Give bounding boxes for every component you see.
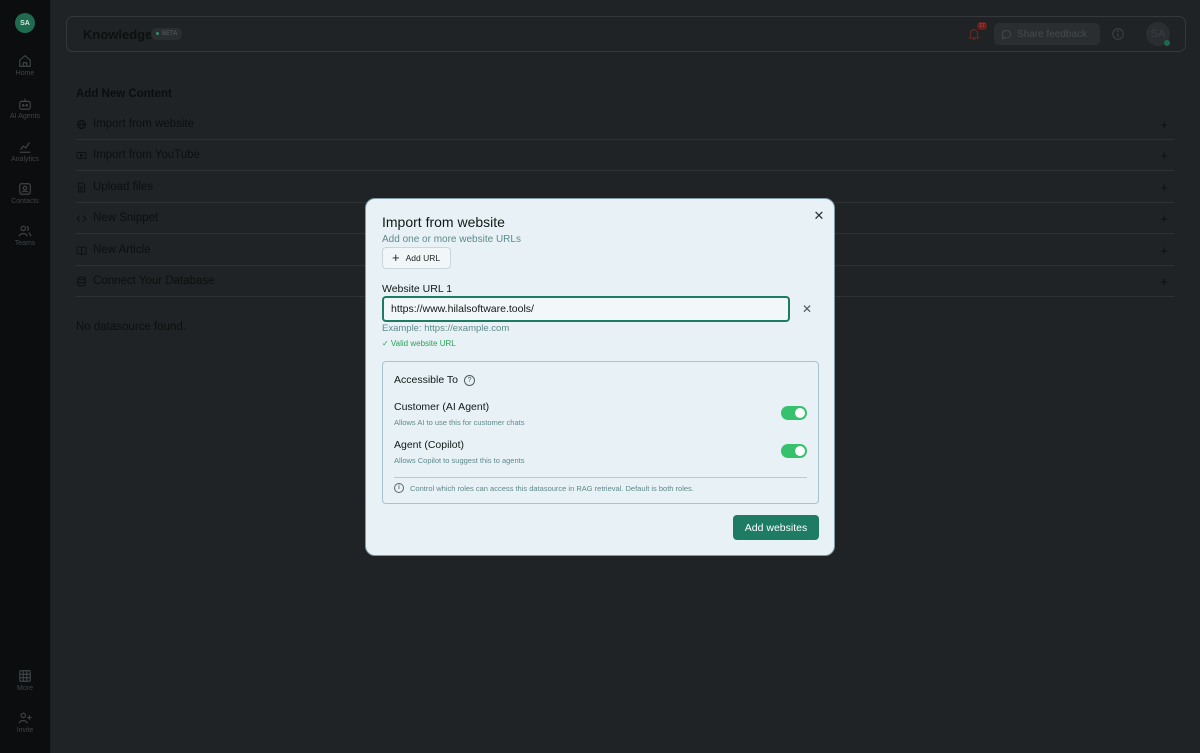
sidebar-item-home[interactable]: Home	[0, 54, 50, 77]
code-icon	[76, 214, 87, 222]
customer-ai-agent-toggle[interactable]	[781, 406, 807, 420]
sidebar-item-label: Contacts	[11, 198, 39, 205]
website-url-input[interactable]	[382, 296, 790, 322]
url-valid-message: ✓ Valid website URL	[382, 339, 456, 348]
sidebar-item-label: Home	[15, 70, 35, 77]
share-feedback-label: Share feedback	[1017, 28, 1088, 40]
sidebar-item-ai-agents[interactable]: AI Agents	[0, 97, 50, 120]
plus-icon: +	[1160, 147, 1168, 163]
role-title-customer: Customer (AI Agent)	[394, 401, 490, 413]
user-plus-icon	[18, 712, 32, 724]
grid-icon	[19, 670, 31, 682]
plus-icon: +	[1160, 179, 1168, 195]
home-icon	[19, 55, 31, 67]
accessible-to-panel: Accessible To ? Customer (AI Agent) Allo…	[382, 361, 819, 504]
sidebar-item-analytics[interactable]: Analytics	[0, 140, 50, 163]
sidebar-item-more[interactable]: More	[0, 669, 50, 692]
page-title: Knowledge	[83, 27, 153, 42]
plus-icon: +	[1160, 210, 1168, 226]
import-website-dialog: Import from website Add one or more webs…	[365, 198, 835, 556]
sidebar-item-label: More	[17, 685, 33, 692]
workspace-avatar[interactable]: SA	[15, 13, 35, 33]
chat-bubble-icon	[1001, 29, 1012, 40]
info-icon: i	[394, 483, 404, 493]
book-icon	[76, 245, 87, 255]
sidebar-item-label: AI Agents	[10, 113, 40, 120]
role-desc-customer: Allows AI to use this for customer chats	[394, 418, 525, 427]
sidebar-item-label: Invite	[16, 727, 34, 734]
dialog-title: Import from website	[382, 214, 505, 230]
add-url-button[interactable]: + Add URL	[382, 247, 451, 269]
content-option-import-youtube[interactable]: Import from YouTube +	[76, 140, 1174, 171]
database-icon	[77, 276, 86, 286]
access-note: i Control which roles can access this da…	[394, 483, 694, 493]
add-url-label: Add URL	[405, 253, 441, 263]
close-icon[interactable]: ✕	[812, 209, 826, 223]
file-icon	[77, 182, 86, 192]
info-icon[interactable]	[1111, 27, 1125, 41]
help-icon[interactable]: ?	[464, 374, 476, 386]
sidebar: SA Home AI Agents Analytics Contacts Tea…	[0, 0, 50, 753]
sidebar-item-contacts[interactable]: Contacts	[0, 182, 50, 205]
remove-url-icon[interactable]: ✕	[800, 302, 814, 316]
website-url-label: Website URL 1	[382, 283, 453, 295]
divider	[394, 477, 807, 478]
sidebar-item-label: Teams	[14, 240, 36, 247]
sidebar-item-teams[interactable]: Teams	[0, 224, 50, 247]
sidebar-item-label: Analytics	[10, 156, 39, 163]
empty-state-text: No datasource found.	[76, 321, 186, 333]
robot-icon	[19, 98, 31, 110]
chart-icon	[19, 142, 31, 153]
plus-icon: +	[1160, 273, 1168, 289]
beta-badge-label: BETA	[162, 31, 178, 37]
role-title-agent: Agent (Copilot)	[394, 439, 465, 451]
content-option-label: Upload files	[93, 181, 154, 193]
dialog-subtitle: Add one or more website URLs	[382, 234, 521, 245]
plus-icon: +	[392, 250, 400, 265]
add-websites-button[interactable]: Add websites	[733, 515, 819, 540]
sidebar-item-invite[interactable]: Invite	[0, 711, 50, 734]
online-status-dot	[1164, 40, 1170, 46]
notification-count-badge: 17	[977, 22, 987, 30]
accessible-to-title: Accessible To	[394, 374, 459, 386]
content-option-label: Import from YouTube	[93, 149, 200, 161]
globe-icon	[76, 119, 87, 129]
beta-dot-icon	[156, 31, 159, 35]
role-desc-agent: Allows Copilot to suggest this to agents	[394, 456, 525, 465]
top-bar: Knowledge BETA 17 Share feedback SA	[66, 16, 1186, 52]
agent-copilot-toggle[interactable]	[781, 444, 807, 458]
accessible-to-header: Accessible To ?	[394, 374, 476, 386]
url-example-hint: Example: https://example.com	[382, 323, 510, 334]
access-note-text: Control which roles can access this data…	[410, 483, 694, 493]
content-option-label: Import from website	[93, 118, 194, 130]
contacts-icon	[19, 183, 31, 195]
youtube-icon	[76, 151, 87, 159]
beta-badge: BETA	[151, 28, 183, 40]
content-option-import-website[interactable]: Import from website +	[76, 109, 1174, 140]
plus-icon: +	[1160, 116, 1168, 132]
section-title: Add New Content	[76, 88, 172, 100]
share-feedback-button[interactable]: Share feedback	[994, 23, 1100, 45]
users-icon	[18, 225, 32, 237]
plus-icon: +	[1160, 242, 1168, 258]
